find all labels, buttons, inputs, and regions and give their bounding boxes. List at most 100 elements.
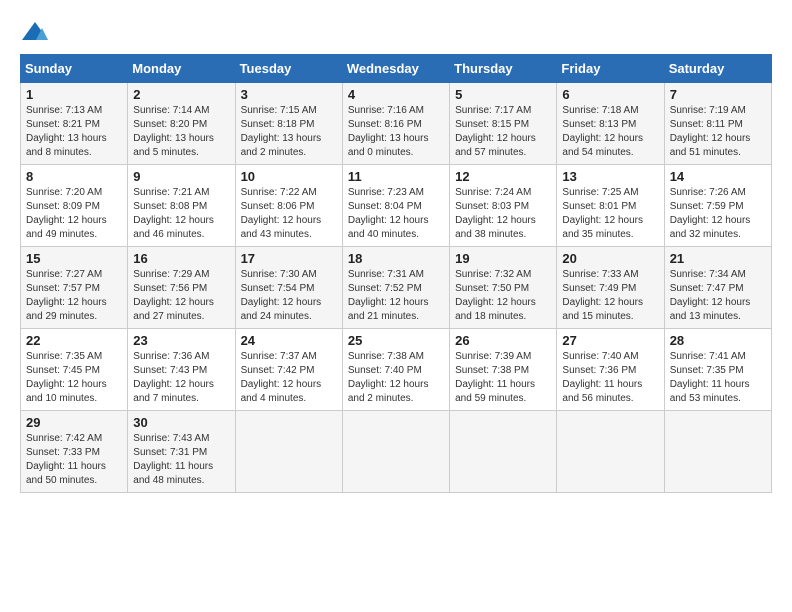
calendar-day-cell: 24 Sunrise: 7:37 AMSunset: 7:42 PMDayligh…: [235, 329, 342, 411]
day-info: Sunrise: 7:22 AMSunset: 8:06 PMDaylight:…: [241, 186, 337, 242]
calendar-empty-cell: [450, 411, 557, 493]
day-header-thursday: Thursday: [450, 55, 557, 83]
day-info: Sunrise: 7:17 AMSunset: 8:15 PMDaylight:…: [455, 104, 551, 160]
day-number: 3: [241, 87, 337, 102]
calendar-week-row: 22Sunrise: 7:35 AMSunset: 7:45 PMDayligh…: [21, 329, 772, 411]
day-header-tuesday: Tuesday: [235, 55, 342, 83]
day-number: 30: [133, 415, 229, 430]
calendar-day-cell: 3Sunrise: 7:15 AMSunset: 8:18 PMDaylight…: [235, 83, 342, 165]
calendar-day-cell: 11Sunrise: 7:23 AMSunset: 8:04 PMDayligh…: [342, 165, 449, 247]
day-number: 1: [26, 87, 122, 102]
calendar-day-cell: 13 Sunrise: 7:25 AMSunset: 8:01 PMDayligh…: [557, 165, 664, 247]
day-info: Sunrise: 7:38 AMSunset: 7:40 PMDaylight:…: [348, 350, 444, 406]
day-number: 27: [562, 333, 658, 348]
day-info: Sunrise: 7:40 AMSunset: 7:36 PMDaylight:…: [562, 350, 658, 406]
calendar-day-cell: 18Sunrise: 7:31 AMSunset: 7:52 PMDayligh…: [342, 247, 449, 329]
day-number: 13: [562, 169, 658, 184]
day-info: Sunrise: 7:32 AMSunset: 7:50 PMDaylight:…: [455, 268, 551, 324]
calendar-empty-cell: [342, 411, 449, 493]
day-info: Sunrise: 7:24 AMSunset: 8:03 PMDaylight:…: [455, 186, 551, 242]
calendar-day-cell: 8 Sunrise: 7:20 AMSunset: 8:09 PMDaylight…: [21, 165, 128, 247]
day-number: 17: [241, 251, 337, 266]
day-number: 15: [26, 251, 122, 266]
calendar-day-cell: 12 Sunrise: 7:24 AMSunset: 8:03 PMDayligh…: [450, 165, 557, 247]
calendar-week-row: 29 Sunrise: 7:42 AMSunset: 7:33 PMDayligh…: [21, 411, 772, 493]
day-info: Sunrise: 7:42 AMSunset: 7:33 PMDaylight:…: [26, 432, 122, 488]
day-number: 2: [133, 87, 229, 102]
day-header-monday: Monday: [128, 55, 235, 83]
day-number: 24: [241, 333, 337, 348]
calendar-table: SundayMondayTuesdayWednesdayThursdayFrid…: [20, 54, 772, 493]
day-number: 26: [455, 333, 551, 348]
day-info: Sunrise: 7:18 AMSunset: 8:13 PMDaylight:…: [562, 104, 658, 160]
day-number: 12: [455, 169, 551, 184]
calendar-day-cell: 1 Sunrise: 7:13 AMSunset: 8:21 PMDaylight…: [21, 83, 128, 165]
day-info: Sunrise: 7:14 AMSunset: 8:20 PMDaylight:…: [133, 104, 229, 160]
day-info: Sunrise: 7:31 AMSunset: 7:52 PMDaylight:…: [348, 268, 444, 324]
day-info: Sunrise: 7:34 AMSunset: 7:47 PMDaylight:…: [670, 268, 766, 324]
calendar-day-cell: 19 Sunrise: 7:32 AMSunset: 7:50 PMDayligh…: [450, 247, 557, 329]
logo-icon: [20, 20, 50, 44]
day-info: Sunrise: 7:43 AMSunset: 7:31 PMDaylight:…: [133, 432, 229, 488]
day-info: Sunrise: 7:41 AMSunset: 7:35 PMDaylight:…: [670, 350, 766, 406]
calendar-day-cell: 30 Sunrise: 7:43 AMSunset: 7:31 PMDayligh…: [128, 411, 235, 493]
calendar-day-cell: 16Sunrise: 7:29 AMSunset: 7:56 PMDayligh…: [128, 247, 235, 329]
calendar-day-cell: 17 Sunrise: 7:30 AMSunset: 7:54 PMDayligh…: [235, 247, 342, 329]
day-header-sunday: Sunday: [21, 55, 128, 83]
calendar-body: 1 Sunrise: 7:13 AMSunset: 8:21 PMDaylight…: [21, 83, 772, 493]
calendar-header-row: SundayMondayTuesdayWednesdayThursdayFrid…: [21, 55, 772, 83]
day-number: 25: [348, 333, 444, 348]
day-info: Sunrise: 7:30 AMSunset: 7:54 PMDaylight:…: [241, 268, 337, 324]
day-info: Sunrise: 7:26 AMSunset: 7:59 PMDaylight:…: [670, 186, 766, 242]
day-number: 6: [562, 87, 658, 102]
day-info: Sunrise: 7:20 AMSunset: 8:09 PMDaylight:…: [26, 186, 122, 242]
calendar-day-cell: 21 Sunrise: 7:34 AMSunset: 7:47 PMDayligh…: [664, 247, 771, 329]
day-info: Sunrise: 7:35 AMSunset: 7:45 PMDaylight:…: [26, 350, 122, 406]
calendar-day-cell: 27 Sunrise: 7:40 AMSunset: 7:36 PMDayligh…: [557, 329, 664, 411]
day-info: Sunrise: 7:27 AMSunset: 7:57 PMDaylight:…: [26, 268, 122, 324]
calendar-day-cell: 9 Sunrise: 7:21 AMSunset: 8:08 PMDaylight…: [128, 165, 235, 247]
calendar-day-cell: 28 Sunrise: 7:41 AMSunset: 7:35 PMDayligh…: [664, 329, 771, 411]
day-number: 5: [455, 87, 551, 102]
calendar-day-cell: 22Sunrise: 7:35 AMSunset: 7:45 PMDayligh…: [21, 329, 128, 411]
day-number: 4: [348, 87, 444, 102]
calendar-week-row: 1 Sunrise: 7:13 AMSunset: 8:21 PMDaylight…: [21, 83, 772, 165]
day-number: 8: [26, 169, 122, 184]
day-info: Sunrise: 7:21 AMSunset: 8:08 PMDaylight:…: [133, 186, 229, 242]
page-header: [20, 20, 772, 44]
calendar-day-cell: 4 Sunrise: 7:16 AMSunset: 8:16 PMDaylight…: [342, 83, 449, 165]
calendar-day-cell: 7Sunrise: 7:19 AMSunset: 8:11 PMDaylight…: [664, 83, 771, 165]
day-info: Sunrise: 7:25 AMSunset: 8:01 PMDaylight:…: [562, 186, 658, 242]
day-number: 9: [133, 169, 229, 184]
day-header-saturday: Saturday: [664, 55, 771, 83]
calendar-day-cell: 15 Sunrise: 7:27 AMSunset: 7:57 PMDayligh…: [21, 247, 128, 329]
day-info: Sunrise: 7:33 AMSunset: 7:49 PMDaylight:…: [562, 268, 658, 324]
day-info: Sunrise: 7:37 AMSunset: 7:42 PMDaylight:…: [241, 350, 337, 406]
calendar-day-cell: 6 Sunrise: 7:18 AMSunset: 8:13 PMDaylight…: [557, 83, 664, 165]
calendar-empty-cell: [557, 411, 664, 493]
day-number: 7: [670, 87, 766, 102]
calendar-day-cell: 5 Sunrise: 7:17 AMSunset: 8:15 PMDaylight…: [450, 83, 557, 165]
day-header-wednesday: Wednesday: [342, 55, 449, 83]
day-info: Sunrise: 7:39 AMSunset: 7:38 PMDaylight:…: [455, 350, 551, 406]
day-number: 11: [348, 169, 444, 184]
calendar-day-cell: 2 Sunrise: 7:14 AMSunset: 8:20 PMDaylight…: [128, 83, 235, 165]
logo: [20, 20, 54, 44]
day-number: 19: [455, 251, 551, 266]
calendar-empty-cell: [235, 411, 342, 493]
day-info: Sunrise: 7:36 AMSunset: 7:43 PMDaylight:…: [133, 350, 229, 406]
calendar-day-cell: 14 Sunrise: 7:26 AMSunset: 7:59 PMDayligh…: [664, 165, 771, 247]
calendar-day-cell: 10 Sunrise: 7:22 AMSunset: 8:06 PMDayligh…: [235, 165, 342, 247]
day-number: 21: [670, 251, 766, 266]
day-number: 29: [26, 415, 122, 430]
day-info: Sunrise: 7:16 AMSunset: 8:16 PMDaylight:…: [348, 104, 444, 160]
calendar-day-cell: 20Sunrise: 7:33 AMSunset: 7:49 PMDayligh…: [557, 247, 664, 329]
calendar-day-cell: 26 Sunrise: 7:39 AMSunset: 7:38 PMDayligh…: [450, 329, 557, 411]
day-number: 10: [241, 169, 337, 184]
day-number: 28: [670, 333, 766, 348]
calendar-day-cell: 29 Sunrise: 7:42 AMSunset: 7:33 PMDayligh…: [21, 411, 128, 493]
day-number: 14: [670, 169, 766, 184]
calendar-week-row: 8 Sunrise: 7:20 AMSunset: 8:09 PMDaylight…: [21, 165, 772, 247]
calendar-empty-cell: [664, 411, 771, 493]
day-info: Sunrise: 7:13 AMSunset: 8:21 PMDaylight:…: [26, 104, 122, 160]
